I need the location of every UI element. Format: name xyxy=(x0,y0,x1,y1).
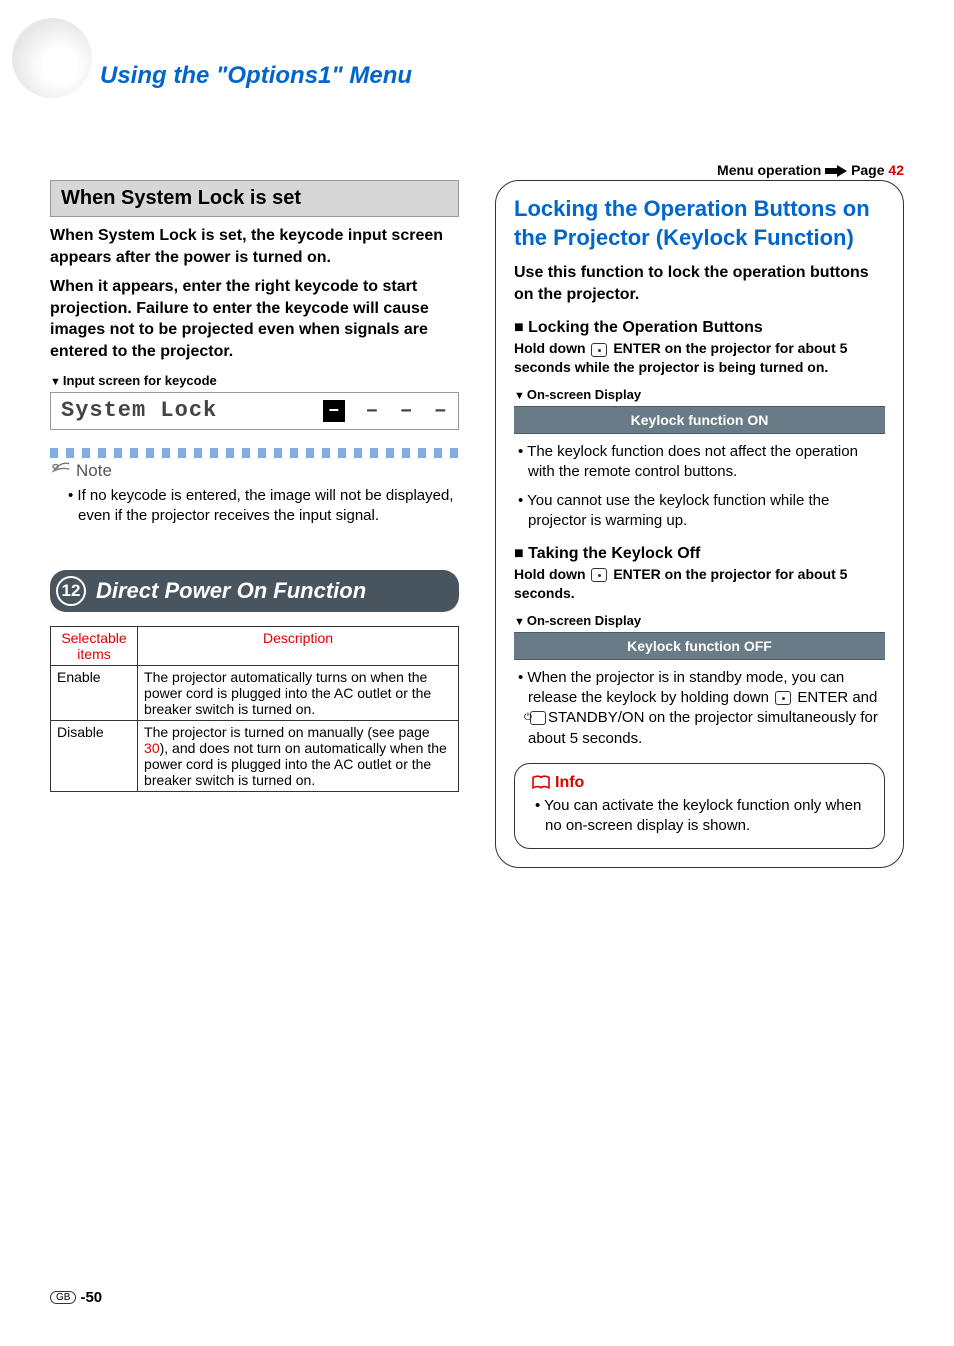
table-row: Disable The projector is turned on manua… xyxy=(51,721,459,792)
cell-enable-desc: The projector automatically turns on whe… xyxy=(138,666,459,721)
note-heading: Note xyxy=(50,460,459,482)
enter-icon xyxy=(775,691,791,705)
info-word: Info xyxy=(555,774,584,792)
info-box: Info You can activate the keylock functi… xyxy=(514,763,885,850)
left-column: When System Lock is set When System Lock… xyxy=(50,180,459,868)
section-heading-syslock: When System Lock is set xyxy=(50,180,459,217)
page-footer: GB -50 xyxy=(50,1289,102,1306)
cell-disable: Disable xyxy=(51,721,138,792)
hatch-divider xyxy=(50,448,459,458)
standby-bullet: When the projector is in standby mode, y… xyxy=(514,668,885,749)
menu-operation-ref: Menu operation Page 42 xyxy=(717,162,904,178)
keycode-dash: – xyxy=(434,398,448,423)
keylock-off-bar: Keylock function OFF xyxy=(514,632,885,660)
note-bullet-text: If no keycode is entered, the image will… xyxy=(50,486,459,527)
bul3-b: ENTER and xyxy=(793,689,877,706)
book-icon xyxy=(531,775,551,791)
hold2-a: Hold down xyxy=(514,566,589,582)
cell-disable-desc: The projector is turned on manually (see… xyxy=(138,721,459,792)
section-direct-power-on: 12 Direct Power On Function xyxy=(50,570,459,612)
keylock-panel: Locking the Operation Buttons on the Pro… xyxy=(495,180,904,868)
page-word: Page xyxy=(851,162,884,178)
right-column: Locking the Operation Buttons on the Pro… xyxy=(495,180,904,868)
desc-part-a: The projector is turned on manually (see… xyxy=(144,724,430,740)
arrow-right-icon xyxy=(825,165,847,177)
locking-title: Locking the Operation Buttons xyxy=(514,319,885,337)
menu-op-label: Menu operation xyxy=(717,162,821,178)
note-icon xyxy=(50,460,72,482)
keylock-bullet-1: The keylock function does not affect the… xyxy=(514,442,885,483)
keycode-cursor: – xyxy=(323,400,345,422)
input-screen-label: Input screen for keycode xyxy=(50,373,459,388)
hold-instruction-1: Hold down ENTER on the projector for abo… xyxy=(514,339,885,377)
unlock-title: Taking the Keylock Off xyxy=(514,545,885,563)
section-title: Direct Power On Function xyxy=(96,578,366,604)
page-ref-num: 42 xyxy=(888,162,904,178)
keycode-dash: – xyxy=(400,398,414,423)
cell-enable: Enable xyxy=(51,666,138,721)
system-lock-text: System Lock xyxy=(61,398,217,423)
keylock-bullet-2: You cannot use the keylock function whil… xyxy=(514,491,885,532)
system-lock-input-box: System Lock – – – – xyxy=(50,392,459,430)
region-badge: GB xyxy=(50,1291,76,1304)
page-number: -50 xyxy=(80,1289,102,1306)
enter-icon xyxy=(591,343,607,357)
info-bullet: You can activate the keylock function on… xyxy=(531,796,868,837)
hold1-a: Hold down xyxy=(514,340,589,356)
syslock-para-1: When System Lock is set, the keycode inp… xyxy=(50,225,459,268)
standby-icon xyxy=(530,711,546,725)
syslock-para-2: When it appears, enter the right keycode… xyxy=(50,276,459,362)
bul3-c: STANDBY/ON on the projector simultaneous… xyxy=(528,709,878,746)
osd-label-1: On-screen Display xyxy=(514,387,885,402)
table-row: Enable The projector automatically turns… xyxy=(51,666,459,721)
enter-icon xyxy=(591,568,607,582)
table-header-desc: Description xyxy=(138,627,459,666)
section-number: 12 xyxy=(56,576,86,606)
keycode-slots: – – – – xyxy=(323,398,448,423)
chapter-title: Using the "Options1" Menu xyxy=(100,62,412,90)
keycode-dash: – xyxy=(365,398,379,423)
desc-part-b: ), and does not turn on automatically wh… xyxy=(144,740,447,788)
page-ref-30: 30 xyxy=(144,740,160,756)
keylock-heading: Locking the Operation Buttons on the Pro… xyxy=(514,195,885,252)
info-heading: Info xyxy=(531,774,868,792)
keylock-on-bar: Keylock function ON xyxy=(514,406,885,434)
note-word: Note xyxy=(76,461,112,481)
decorative-orb xyxy=(12,18,92,98)
keylock-sub: Use this function to lock the operation … xyxy=(514,262,885,305)
options-table: Selectable items Description Enable The … xyxy=(50,626,459,792)
osd-label-2: On-screen Display xyxy=(514,613,885,628)
hold-instruction-2: Hold down ENTER on the projector for abo… xyxy=(514,565,885,603)
table-header-items: Selectable items xyxy=(51,627,138,666)
